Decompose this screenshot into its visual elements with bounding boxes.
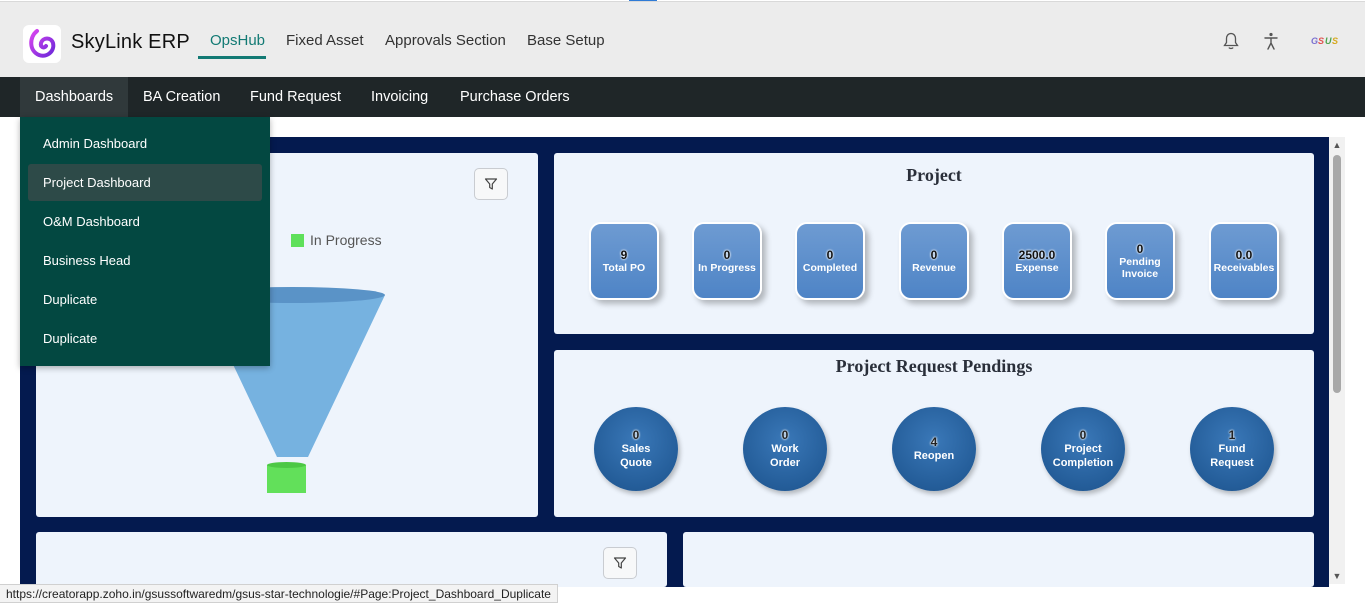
pending-label: Fund Request [1210,443,1254,469]
pending-work-order[interactable]: 0 Work Order [743,407,827,491]
pending-fund-request[interactable]: 1 Fund Request [1190,407,1274,491]
pending-sales-quote[interactable]: 0 Sales Quote [594,407,678,491]
pending-value: 1 [1228,428,1236,442]
kpi-label: In Progress [698,262,756,274]
tab-approvals-section[interactable]: Approvals Section [385,32,506,49]
sub-navigation: Dashboards BA Creation Fund Request Invo… [0,77,1365,117]
brand-logo-icon[interactable]: G S U S [1310,31,1342,51]
pending-value: 0 [781,428,789,442]
subnav-dashboards[interactable]: Dashboards [20,77,129,117]
filter-button[interactable] [474,168,508,200]
kpi-label: Revenue [912,262,956,274]
status-bar-url: https://creatorapp.zoho.in/gsussoftwared… [0,584,558,603]
kpi-value: 2500.0 [1018,248,1056,262]
tab-opshub[interactable]: OpsHub [210,32,265,49]
pending-value: 0 [632,428,640,442]
pending-reopen[interactable]: 4 Reopen [892,407,976,491]
kpi-in-progress[interactable]: 0 In Progress [692,222,762,300]
kpi-revenue[interactable]: 0 Revenue [899,222,969,300]
funnel-stem-in-progress[interactable] [267,465,306,493]
subnav-ba-creation[interactable]: BA Creation [128,77,235,117]
lower-right-panel [683,532,1314,587]
kpi-label: Receivables [1213,262,1275,274]
chart-legend[interactable]: In Progress [291,232,382,248]
scroll-down-arrow-icon[interactable]: ▼ [1332,571,1342,581]
skylink-logo-icon [29,29,56,58]
dashboards-dropdown-menu: Admin Dashboard Project Dashboard O&M Da… [20,117,270,366]
scroll-thumb[interactable] [1333,155,1341,393]
pending-label: Sales Quote [620,443,652,469]
menu-item-om-dashboard[interactable]: O&M Dashboard [28,203,262,240]
pending-project-completion[interactable]: 0 Project Completion [1041,407,1125,491]
accessibility-icon[interactable] [1261,31,1281,51]
svg-text:G: G [1311,36,1318,46]
tab-base-setup[interactable]: Base Setup [527,32,605,49]
bell-icon[interactable] [1221,31,1241,51]
subnav-invoicing[interactable]: Invoicing [356,77,443,117]
pending-value: 0 [1079,428,1087,442]
kpi-value: 0 [1136,242,1144,256]
kpi-label: Pending Invoice [1119,256,1161,280]
svg-text:S: S [1318,36,1324,46]
kpi-completed[interactable]: 0 Completed [795,222,865,300]
kpi-label: Completed [802,262,858,274]
filter-icon [484,178,498,190]
lower-left-panel [36,532,667,587]
app-header: SkyLink ERP OpsHub Fixed Asset Approvals… [0,1,1365,77]
subnav-fund-request[interactable]: Fund Request [235,77,356,117]
page-scrollbar[interactable]: ▲ ▼ [1329,137,1345,584]
app-title: SkyLink ERP [71,31,190,53]
kpi-value: 0 [723,248,731,262]
menu-item-admin-dashboard[interactable]: Admin Dashboard [28,125,262,162]
kpi-value: 0.0 [1235,248,1253,262]
kpi-label: Expense [1015,262,1059,274]
active-tab-underline [198,56,266,59]
menu-item-duplicate[interactable]: Duplicate [28,281,262,318]
funnel-stem-top [267,462,306,468]
kpi-pending-invoice[interactable]: 0 Pending Invoice [1105,222,1175,300]
legend-swatch [291,233,304,247]
kpi-total-po[interactable]: 9 Total PO [589,222,659,300]
svg-text:S: S [1332,36,1338,46]
kpi-value: 0 [826,248,834,262]
pending-label: Work Order [770,443,800,469]
filter-button[interactable] [603,547,637,579]
subnav-purchase-orders[interactable]: Purchase Orders [445,77,585,117]
filter-icon [613,557,627,569]
svg-text:U: U [1325,36,1332,46]
menu-item-business-head[interactable]: Business Head [28,242,262,279]
pending-label: Reopen [913,450,955,462]
pending-value: 4 [930,435,938,449]
project-panel-title: Project [906,165,962,185]
kpi-label: Total PO [602,262,646,274]
app-logo[interactable] [23,25,61,63]
kpi-expense[interactable]: 2500.0 Expense [1002,222,1072,300]
tab-fixed-asset[interactable]: Fixed Asset [286,32,364,49]
menu-item-duplicate[interactable]: Duplicate [28,320,262,357]
kpi-value: 0 [930,248,938,262]
kpi-value: 9 [620,248,628,262]
menu-item-project-dashboard[interactable]: Project Dashboard [28,164,262,201]
scroll-up-arrow-icon[interactable]: ▲ [1332,140,1342,150]
legend-label: In Progress [310,232,382,248]
pending-label: Project Completion [1052,443,1114,469]
kpi-receivables[interactable]: 0.0 Receivables [1209,222,1279,300]
pending-panel-title: Project Request Pendings [835,356,1033,376]
